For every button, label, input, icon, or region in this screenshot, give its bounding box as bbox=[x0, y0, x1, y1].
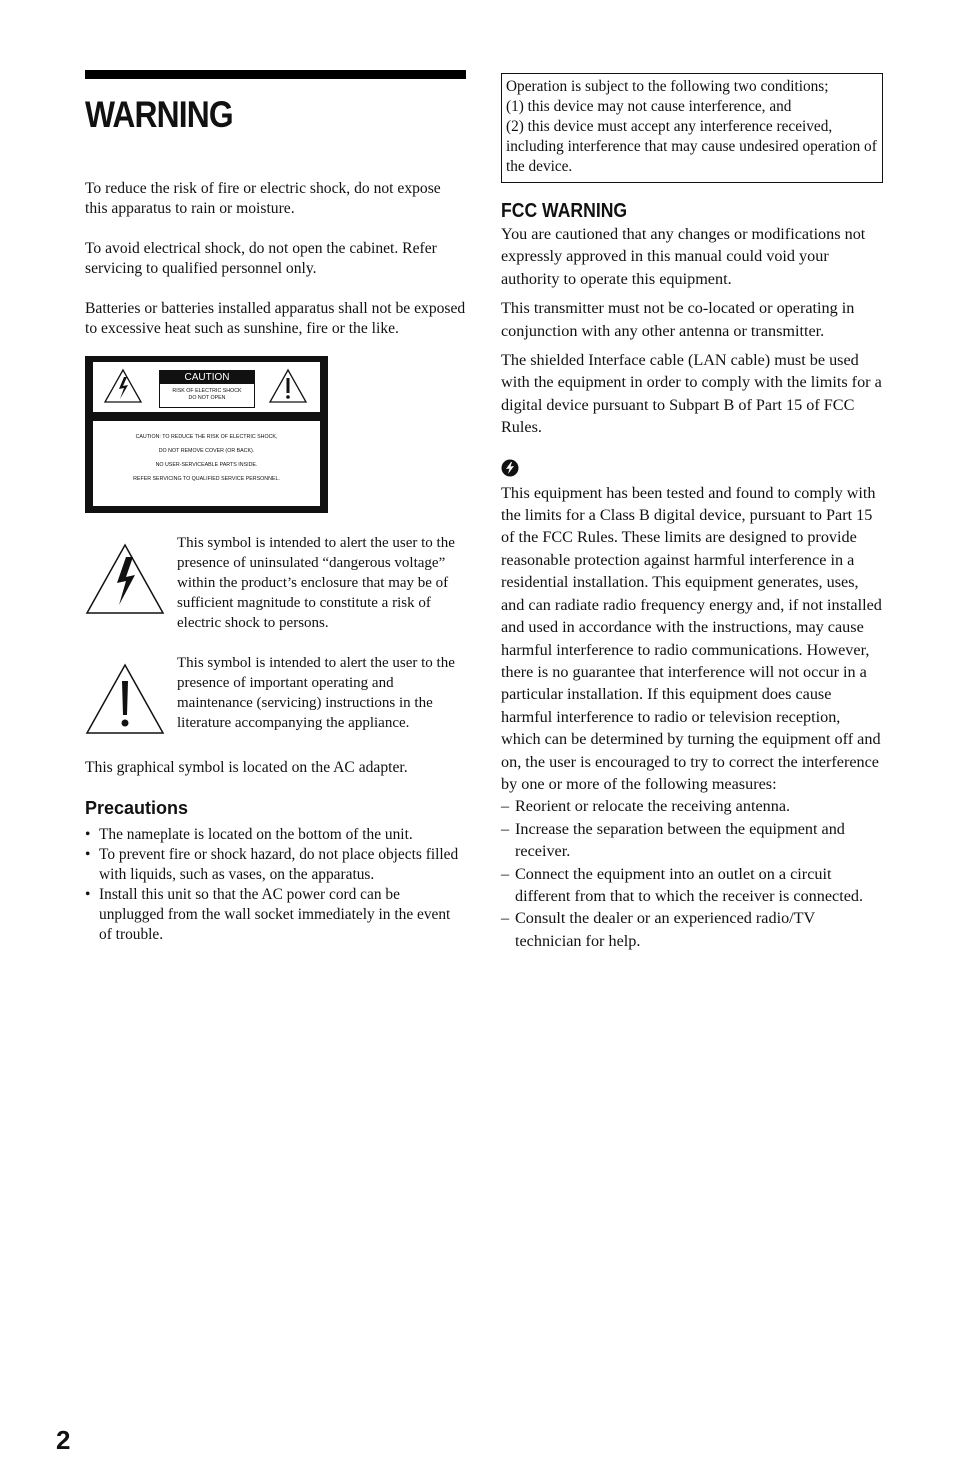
caution-box: CAUTION RISK OF ELECTRIC SHOCK DO NOT OP… bbox=[159, 370, 255, 408]
lightning-triangle-icon bbox=[85, 543, 165, 614]
caution-text: CAUTION: TO REDUCE THE RISK OF ELECTRIC … bbox=[93, 421, 320, 506]
list-item: Install this unit so that the AC power c… bbox=[85, 885, 466, 945]
fcc-paragraph: The shielded Interface cable (LAN cable)… bbox=[501, 351, 882, 437]
list-item: Increase the separation between the equi… bbox=[501, 818, 883, 863]
list-item: To prevent fire or shock hazard, do not … bbox=[85, 845, 466, 885]
fcc-paragraph: You are cautioned that any changes or mo… bbox=[501, 225, 866, 288]
precautions-heading: Precautions bbox=[85, 798, 189, 818]
symbol-explanation: This symbol is intended to alert the use… bbox=[85, 533, 466, 633]
exclamation-triangle-icon bbox=[85, 663, 165, 734]
symbol-explanation: This symbol is intended to alert the use… bbox=[85, 653, 466, 740]
caution-header: CAUTION bbox=[160, 371, 254, 384]
page-title: WARNING bbox=[85, 94, 234, 135]
conditions-box: Operation is subject to the following tw… bbox=[501, 73, 883, 183]
exclamation-triangle-icon bbox=[268, 368, 308, 403]
condition-line: Operation is subject to the following tw… bbox=[506, 78, 829, 95]
list-item: The nameplate is located on the bottom o… bbox=[85, 825, 466, 845]
caution-sub: RISK OF ELECTRIC SHOCK DO NOT OPEN bbox=[172, 388, 242, 401]
fcc-heading: FCC WARNING bbox=[501, 200, 628, 222]
note-lightning-icon bbox=[501, 459, 519, 477]
list-item: Reorient or relocate the receiving anten… bbox=[501, 795, 883, 818]
warning-paragraph: To avoid electrical shock, do not open t… bbox=[85, 240, 437, 277]
title-rule bbox=[85, 70, 466, 79]
symbol-description: This symbol is intended to alert the use… bbox=[177, 655, 455, 731]
list-item: Connect the equipment into an outlet on … bbox=[501, 863, 883, 908]
fcc-paragraph: This transmitter must not be co-located … bbox=[501, 299, 855, 340]
warning-paragraph: To reduce the risk of fire or electric s… bbox=[85, 180, 441, 217]
symbol-description: This symbol is intended to alert the use… bbox=[177, 535, 455, 631]
condition-line: (1) this device may not cause interferen… bbox=[506, 98, 792, 115]
left-column: WARNING To reduce the risk of fire or el… bbox=[85, 70, 466, 945]
list-item: Consult the dealer or an experienced rad… bbox=[501, 907, 883, 952]
warning-paragraph: Batteries or batteries installed apparat… bbox=[85, 300, 466, 337]
page-number: 2 bbox=[56, 1425, 71, 1455]
lightning-triangle-icon bbox=[103, 368, 143, 403]
symbol-location: This graphical symbol is located on the … bbox=[85, 759, 408, 776]
right-column: Operation is subject to the following tw… bbox=[501, 73, 883, 952]
caution-label-image: CAUTION RISK OF ELECTRIC SHOCK DO NOT OP… bbox=[85, 356, 328, 513]
measures-list: Reorient or relocate the receiving anten… bbox=[501, 795, 883, 952]
condition-line: (2) this device must accept any interfer… bbox=[506, 118, 877, 175]
precautions-list: The nameplate is located on the bottom o… bbox=[85, 825, 466, 945]
fcc-note-text: This equipment has been tested and found… bbox=[501, 483, 882, 793]
